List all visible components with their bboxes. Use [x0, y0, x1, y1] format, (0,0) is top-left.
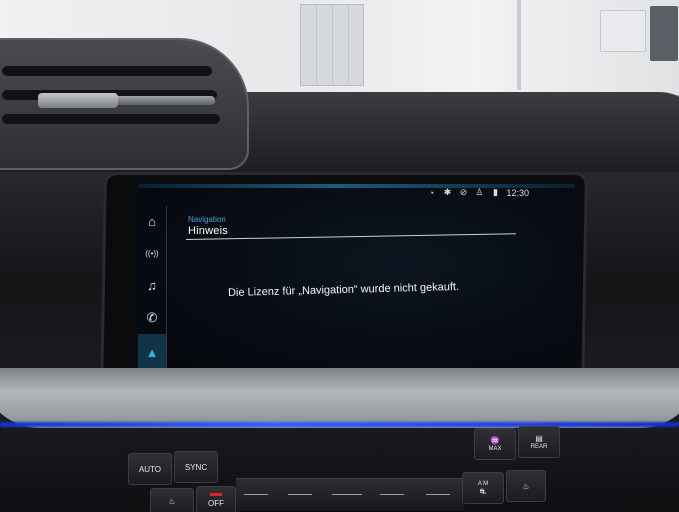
- background-posters: [600, 10, 646, 52]
- rear-defrost-button[interactable]: ▤ REAR: [518, 426, 560, 458]
- page-title: Hinweis: [188, 225, 228, 237]
- rear-defrost-icon: ▤: [535, 434, 543, 443]
- radio-icon: ((•)): [145, 249, 159, 258]
- sync-label: SYNC: [184, 462, 208, 472]
- status-led: [210, 492, 222, 496]
- phone-icon: ✆: [146, 309, 158, 325]
- ambient-light-strip: [0, 422, 679, 427]
- signal-icon: ▮: [492, 187, 498, 197]
- vent-slot: [2, 66, 212, 76]
- no-navigation-icon: ⊘: [459, 187, 468, 197]
- navigation-arrow-icon: ▲: [145, 344, 159, 360]
- home-icon: ⌂: [148, 214, 156, 229]
- infotainment-screen: ◔ ✱ ⊘ ♙ ▮ 12:30 ⌂ ((•)) ♫ ✆ ▲ Navigation…: [138, 184, 575, 379]
- license-message: Die Lizenz für „Navigation“ wurde nicht …: [227, 280, 460, 300]
- rear-label: REAR: [530, 444, 548, 450]
- music-note-icon: ♫: [147, 278, 157, 293]
- max-defrost-button[interactable]: ♒ MAX: [474, 428, 516, 460]
- seat-heat-icon: ♨: [522, 481, 530, 491]
- temperature-slider[interactable]: [236, 478, 464, 511]
- background-pole: [517, 0, 521, 90]
- sidebar-item-navigation[interactable]: ▲: [138, 334, 166, 370]
- auto-label: AUTO: [138, 464, 162, 474]
- dashboard-trim: [0, 368, 679, 428]
- sync-button[interactable]: SYNC: [174, 451, 218, 483]
- title-divider: [185, 233, 516, 240]
- windshield-defrost-icon: ♒: [490, 436, 500, 445]
- app-sidebar: ⌂ ((•)) ♫ ✆ ▲: [138, 206, 167, 374]
- car-interior-photo: ◔ ✱ ⊘ ♙ ▮ 12:30 ⌂ ((•)) ♫ ✆ ▲ Navigation…: [0, 0, 679, 512]
- auto-button[interactable]: AUTO: [128, 453, 172, 485]
- sidebar-item-home[interactable]: ⌂: [138, 206, 166, 237]
- slider-tick: [288, 494, 312, 495]
- slider-tick: [380, 494, 404, 495]
- user-icon: ♙: [475, 187, 484, 197]
- seat-heat-right-button[interactable]: ♨: [506, 470, 546, 502]
- background-window: [300, 4, 364, 86]
- status-bar: ◔ ✱ ⊘ ♙ ▮ 12:30: [426, 187, 529, 198]
- sidebar-item-phone[interactable]: ✆: [138, 302, 166, 333]
- sidebar-item-radio[interactable]: ((•)): [138, 238, 166, 269]
- voice-icon: ◔: [428, 187, 435, 198]
- seat-heat-icon: ♨: [168, 496, 176, 506]
- app-label: Navigation: [188, 215, 226, 224]
- off-button[interactable]: OFF: [196, 486, 236, 512]
- slider-tick: [244, 494, 268, 495]
- off-label: OFF: [208, 498, 224, 508]
- bluetooth-icon: ✱: [443, 187, 452, 197]
- max-label: MAX: [488, 446, 502, 452]
- status-time: 12:30: [506, 187, 529, 198]
- car-airflow-icon: ⛐: [479, 486, 487, 496]
- seat-heat-left-button[interactable]: ♨: [150, 488, 194, 512]
- slider-tick: [332, 494, 362, 495]
- air-mode-button[interactable]: A M ⛐: [462, 472, 504, 504]
- vent-adjuster-knob[interactable]: [38, 93, 118, 108]
- slider-tick: [426, 494, 450, 495]
- background-control-box: [650, 6, 678, 61]
- vent-slot: [2, 114, 220, 124]
- sidebar-item-media[interactable]: ♫: [138, 270, 166, 301]
